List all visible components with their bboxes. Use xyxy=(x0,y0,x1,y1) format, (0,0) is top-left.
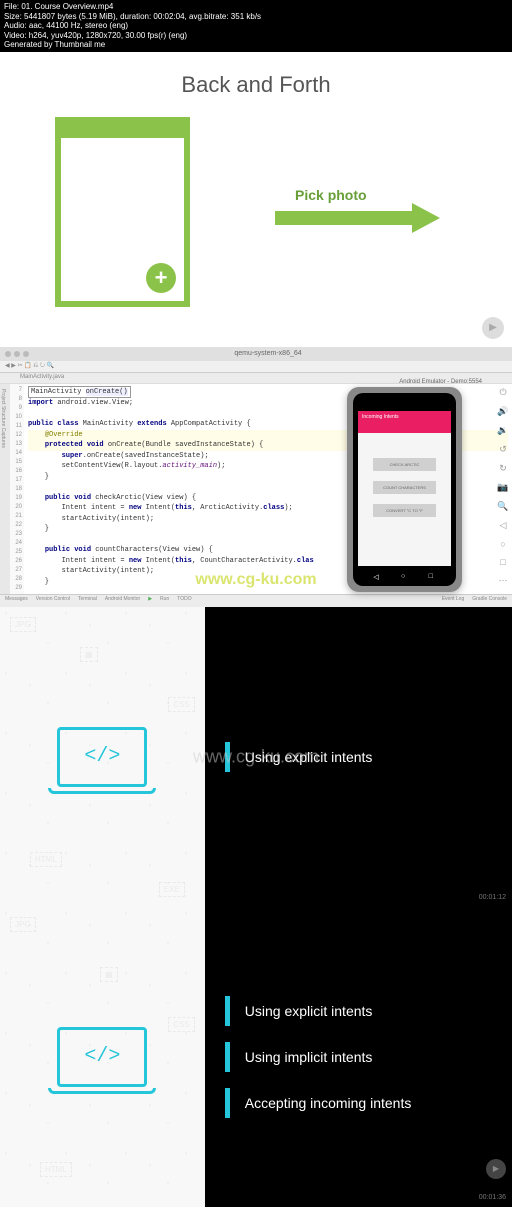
window-title: qemu-system-x86_64 xyxy=(29,350,507,357)
topic-item: Accepting incoming intents xyxy=(225,1080,512,1126)
topic-item: Using explicit intents xyxy=(225,988,512,1034)
emulator-side-toolbar[interactable]: ⏻ 🔊 🔉 ↺ ↻ 📷 🔍 ◁ ○ □ ⋯ xyxy=(496,387,510,586)
slide-title: Back and Forth xyxy=(0,72,512,98)
code-glyph: </> xyxy=(84,1045,120,1068)
laptop-icon: </> xyxy=(57,1027,147,1087)
slide-left-panel: JPG ▦ CSS HTML EXE </> xyxy=(0,607,205,907)
meta-size: Size: 5441807 bytes (5.19 MiB), duration… xyxy=(4,12,508,22)
home-icon[interactable]: ○ xyxy=(401,573,408,580)
code-glyph: </> xyxy=(84,745,120,768)
slide-all-intents: JPG ▦ CSS HTML </> Using explicit intent… xyxy=(0,907,512,1207)
ide-left-tool-tabs[interactable]: Project Structure Captures xyxy=(0,384,10,594)
accent-bar xyxy=(225,1088,230,1118)
camera-icon[interactable]: 📷 xyxy=(497,482,508,493)
meta-file: File: 01. Course Overview.mp4 xyxy=(4,2,508,12)
zoom-icon[interactable]: 🔍 xyxy=(497,501,508,512)
play-icon[interactable]: ▶ xyxy=(482,317,504,339)
metadata-bar: File: 01. Course Overview.mp4 Size: 5441… xyxy=(0,0,512,52)
slide-left-panel: JPG ▦ CSS HTML </> xyxy=(0,907,205,1207)
accent-bar xyxy=(225,996,230,1026)
phone-header-bar xyxy=(61,123,184,138)
recents-icon[interactable]: □ xyxy=(500,557,505,567)
play-icon[interactable]: ▶ xyxy=(486,1159,506,1179)
topic-label: Using implicit intents xyxy=(245,1049,373,1065)
home-icon[interactable]: ○ xyxy=(500,539,505,549)
meta-audio: Audio: aac, 44100 Hz, stereo (eng) xyxy=(4,21,508,31)
back-icon[interactable]: ◁ xyxy=(500,520,507,531)
power-icon[interactable]: ⏻ xyxy=(499,387,506,398)
emulator-title: Android Emulator - Demo:5554 xyxy=(347,379,482,385)
line-numbers: 7891011121314151617181920212223242526272… xyxy=(10,384,24,594)
volume-down-icon[interactable]: 🔉 xyxy=(497,425,508,436)
watermark: www.cg-ku.com xyxy=(193,746,319,767)
android-nav-bar[interactable]: ◁ ○ □ xyxy=(353,573,456,580)
rotate-right-icon[interactable]: ↻ xyxy=(499,463,507,474)
more-icon[interactable]: ⋯ xyxy=(499,575,508,586)
laptop-icon: </> xyxy=(57,727,147,787)
add-icon: + xyxy=(146,263,176,293)
ide-bottom-tabs[interactable]: Messages Version Control Terminal Androi… xyxy=(0,594,512,606)
android-emulator: Android Emulator - Demo:5554 Incoming In… xyxy=(347,379,482,594)
watermark: www.cg-ku.com xyxy=(195,571,316,589)
count-characters-button[interactable]: COUNT CHARACTERS xyxy=(373,481,436,494)
arrow-label: Pick photo xyxy=(275,187,440,203)
accent-bar xyxy=(225,1042,230,1072)
traffic-lights[interactable] xyxy=(5,351,29,357)
slide-right-panel: Using explicit intents Using implicit in… xyxy=(205,907,512,1207)
meta-gen: Generated by Thumbnail me xyxy=(4,40,508,50)
phone-mockup: + xyxy=(55,117,190,307)
slide-back-and-forth: Back and Forth + Pick photo ▶ xyxy=(0,52,512,347)
check-arctic-button[interactable]: CHECK ARCTIC xyxy=(373,458,436,471)
rotate-left-icon[interactable]: ↺ xyxy=(499,444,507,455)
volume-up-icon[interactable]: 🔊 xyxy=(497,406,508,417)
ide-screenshot: qemu-system-x86_64 ◀ ▶ ✂ 📋 ⎌ ↻ 🔍 MainAct… xyxy=(0,347,512,607)
arrow-icon xyxy=(275,206,440,230)
meta-video: Video: h264, yuv420p, 1280x720, 30.00 fp… xyxy=(4,31,508,41)
timestamp: 00:01:12 xyxy=(479,894,506,901)
arrow-group: Pick photo xyxy=(275,187,440,230)
timestamp: 00:01:36 xyxy=(479,1194,506,1201)
topic-label: Accepting incoming intents xyxy=(245,1095,412,1111)
back-icon[interactable]: ◁ xyxy=(373,573,380,580)
ide-toolbar[interactable]: ◀ ▶ ✂ 📋 ⎌ ↻ 🔍 xyxy=(0,361,512,373)
topic-item: Using implicit intents xyxy=(225,1034,512,1080)
topic-label: Using explicit intents xyxy=(245,1003,373,1019)
mac-titlebar: qemu-system-x86_64 xyxy=(0,347,512,361)
app-bar: Incoming Intents xyxy=(358,411,451,433)
slide-explicit-intents: JPG ▦ CSS HTML EXE </> Using explicit in… xyxy=(0,607,512,907)
recents-icon[interactable]: □ xyxy=(429,573,436,580)
convert-temp-button[interactable]: CONVERT °C TO °F xyxy=(373,504,436,517)
